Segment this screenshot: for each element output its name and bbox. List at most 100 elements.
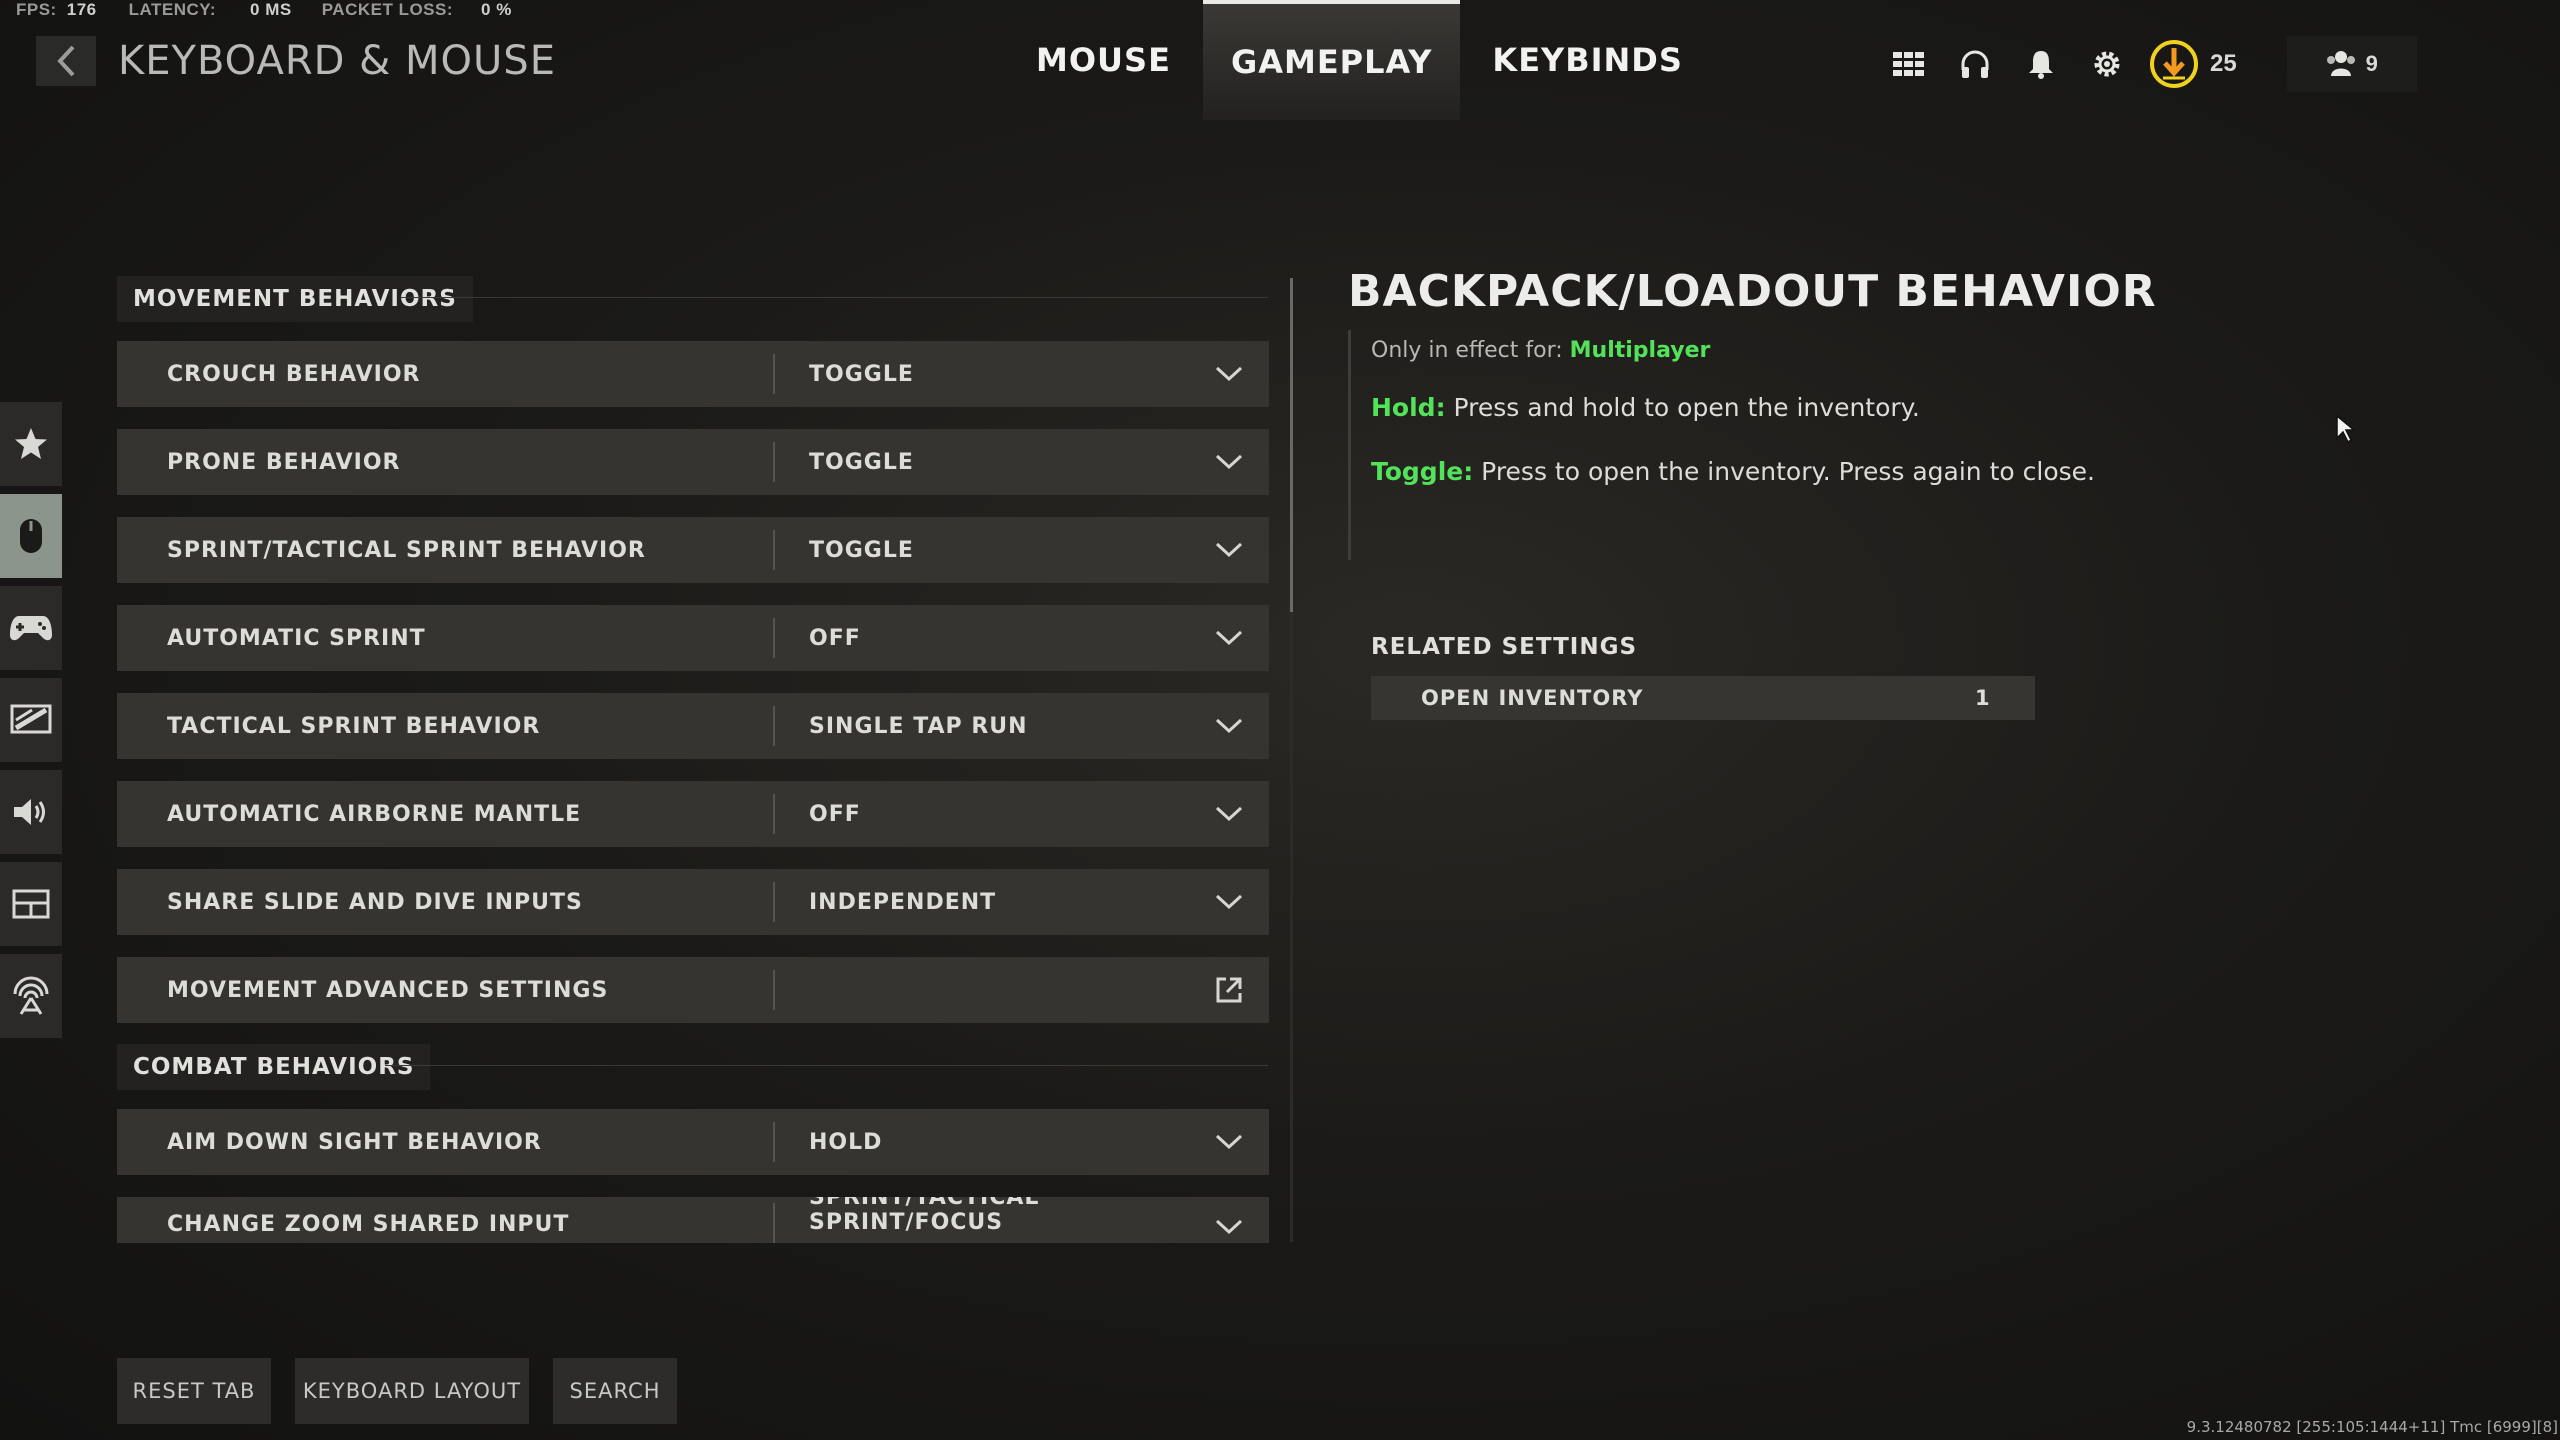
- chevron-down-icon[interactable]: [1189, 806, 1269, 822]
- tab-bar: MOUSE GAMEPLAY KEYBINDS: [1008, 0, 1711, 120]
- effect-mode: Multiplayer: [1569, 338, 1711, 363]
- setting-label: AUTOMATIC AIRBORNE MANTLE: [167, 801, 582, 827]
- setting-value: SINGLE TAP RUN: [809, 713, 1028, 739]
- detail-title: BACKPACK/LOADOUT BEHAVIOR: [1348, 266, 2157, 317]
- setting-label: AUTOMATIC SPRINT: [167, 625, 426, 651]
- nav-favorites[interactable]: [0, 402, 62, 486]
- download-progress-icon: [2150, 40, 2198, 88]
- related-setting-open-inventory[interactable]: OPEN INVENTORY 1: [1371, 676, 2035, 720]
- section-header-movement: MOVEMENT BEHAVIORS: [117, 276, 473, 322]
- interface-icon: [12, 889, 50, 919]
- latency-value: 0 MS: [250, 0, 292, 19]
- setting-row-change-zoom[interactable]: CHANGE ZOOM SHARED INPUT SPRINT/TACTICAL…: [117, 1197, 1269, 1243]
- scrollbar-thumb[interactable]: [1290, 278, 1293, 612]
- controller-icon: [10, 616, 52, 641]
- party-button[interactable]: 9: [2286, 36, 2417, 92]
- setting-row-sprint-behavior[interactable]: SPRINT/TACTICAL SPRINT BEHAVIOR TOGGLE: [117, 517, 1269, 583]
- setting-row-prone-behavior[interactable]: PRONE BEHAVIOR TOGGLE: [117, 429, 1269, 495]
- setting-row-airborne-mantle[interactable]: AUTOMATIC AIRBORNE MANTLE OFF: [117, 781, 1269, 847]
- setting-row-crouch-behavior[interactable]: CROUCH BEHAVIOR TOGGLE: [117, 341, 1269, 407]
- setting-value: OFF: [809, 801, 861, 827]
- tab-mouse[interactable]: MOUSE: [1008, 0, 1199, 120]
- chevron-down-icon[interactable]: [1189, 1134, 1269, 1150]
- section-header-combat: COMBAT BEHAVIORS: [117, 1044, 431, 1090]
- setting-row-movement-advanced[interactable]: MOVEMENT ADVANCED SETTINGS: [117, 957, 1269, 1023]
- keyboard-layout-button[interactable]: KEYBOARD LAYOUT: [295, 1358, 529, 1424]
- network-stats: FPS: 176 LATENCY: 0 MS PACKET LOSS: 0 %: [16, 0, 512, 24]
- party-icon: [2326, 51, 2355, 76]
- bell-icon[interactable]: [2008, 36, 2074, 92]
- setting-value: TOGGLE: [809, 361, 914, 387]
- divider: [400, 297, 1268, 298]
- toggle-text: Press to open the inventory. Press again…: [1473, 457, 2095, 486]
- nav-graphics[interactable]: [0, 678, 62, 762]
- search-button[interactable]: SEARCH: [553, 1358, 677, 1424]
- setting-value: OFF: [809, 625, 861, 651]
- related-label: OPEN INVENTORY: [1421, 686, 1644, 710]
- fps-label: FPS:: [16, 0, 57, 19]
- setting-label: CROUCH BEHAVIOR: [167, 361, 421, 387]
- effect-note: Only in effect for: Multiplayer: [1371, 338, 1710, 363]
- setting-label: TACTICAL SPRINT BEHAVIOR: [167, 713, 541, 739]
- network-icon: [13, 976, 49, 1015]
- related-settings-title: RELATED SETTINGS: [1371, 634, 1638, 660]
- setting-label: SHARE SLIDE AND DIVE INPUTS: [167, 889, 583, 915]
- xp-indicator[interactable]: 25: [2148, 38, 2237, 90]
- setting-row-automatic-sprint[interactable]: AUTOMATIC SPRINT OFF: [117, 605, 1269, 671]
- chevron-down-icon[interactable]: [1189, 366, 1269, 382]
- setting-value: TOGGLE: [809, 449, 914, 475]
- setting-row-share-slide-dive[interactable]: SHARE SLIDE AND DIVE INPUTS INDEPENDENT: [117, 869, 1269, 935]
- hold-description: Hold: Press and hold to open the invento…: [1371, 393, 1920, 422]
- setting-label: MOVEMENT ADVANCED SETTINGS: [167, 977, 609, 1003]
- display-icon: [10, 704, 52, 734]
- external-link-icon[interactable]: [1189, 975, 1269, 1005]
- speaker-icon: [14, 799, 45, 825]
- setting-value: INDEPENDENT: [809, 889, 997, 915]
- star-icon: [15, 428, 47, 459]
- packet-loss-value: 0 %: [481, 0, 512, 19]
- apps-grid-icon[interactable]: [1876, 36, 1942, 92]
- chevron-down-icon[interactable]: [1189, 894, 1269, 910]
- toggle-key: Toggle:: [1371, 457, 1474, 486]
- hold-key: Hold:: [1371, 393, 1446, 422]
- chevron-down-icon[interactable]: [1189, 1219, 1269, 1243]
- setting-label: CHANGE ZOOM SHARED INPUT: [167, 1212, 570, 1237]
- detail-accent-bar: [1348, 330, 1351, 560]
- setting-value: SPRINT/TACTICAL SPRINT/FOCUS: [809, 1197, 1040, 1235]
- version-string: 9.3.12480782 [255:105:1444+11] Tmc [6999…: [2186, 1418, 2558, 1436]
- mouse-icon: [20, 519, 42, 553]
- toggle-description: Toggle: Press to open the inventory. Pre…: [1371, 457, 2095, 486]
- setting-value: TOGGLE: [809, 537, 914, 563]
- chevron-left-icon: [57, 45, 75, 77]
- divider: [385, 1065, 1268, 1066]
- tab-gameplay[interactable]: GAMEPLAY: [1202, 0, 1461, 120]
- setting-row-aim-down-sight[interactable]: AIM DOWN SIGHT BEHAVIOR HOLD: [117, 1109, 1269, 1175]
- cursor-icon: [2335, 414, 2357, 449]
- related-value: 1: [1975, 686, 1990, 710]
- hold-text: Press and hold to open the inventory.: [1445, 393, 1920, 422]
- top-toolbar: 25 9: [1876, 36, 2417, 92]
- nav-keyboard-mouse[interactable]: [0, 494, 62, 578]
- chevron-down-icon[interactable]: [1189, 454, 1269, 470]
- setting-row-tactical-sprint-behavior[interactable]: TACTICAL SPRINT BEHAVIOR SINGLE TAP RUN: [117, 693, 1269, 759]
- back-button[interactable]: [36, 36, 96, 86]
- side-nav: [0, 402, 62, 1038]
- nav-network[interactable]: [0, 954, 62, 1038]
- effect-prefix: Only in effect for:: [1371, 338, 1570, 363]
- chevron-down-icon[interactable]: [1189, 718, 1269, 734]
- nav-audio[interactable]: [0, 770, 62, 854]
- fps-value: 176: [66, 0, 97, 19]
- chevron-down-icon[interactable]: [1189, 630, 1269, 646]
- reset-tab-button[interactable]: RESET TAB: [117, 1358, 271, 1424]
- section-title: MOVEMENT BEHAVIORS: [117, 276, 473, 322]
- chevron-down-icon[interactable]: [1189, 542, 1269, 558]
- nav-controller[interactable]: [0, 586, 62, 670]
- divider: [773, 970, 775, 1010]
- party-count: 9: [2365, 51, 2378, 76]
- setting-value: HOLD: [809, 1129, 883, 1155]
- headset-icon[interactable]: [1942, 36, 2008, 92]
- gear-icon[interactable]: [2074, 36, 2140, 92]
- setting-label: AIM DOWN SIGHT BEHAVIOR: [167, 1129, 542, 1155]
- nav-interface[interactable]: [0, 862, 62, 946]
- tab-keybinds[interactable]: KEYBINDS: [1464, 0, 1711, 120]
